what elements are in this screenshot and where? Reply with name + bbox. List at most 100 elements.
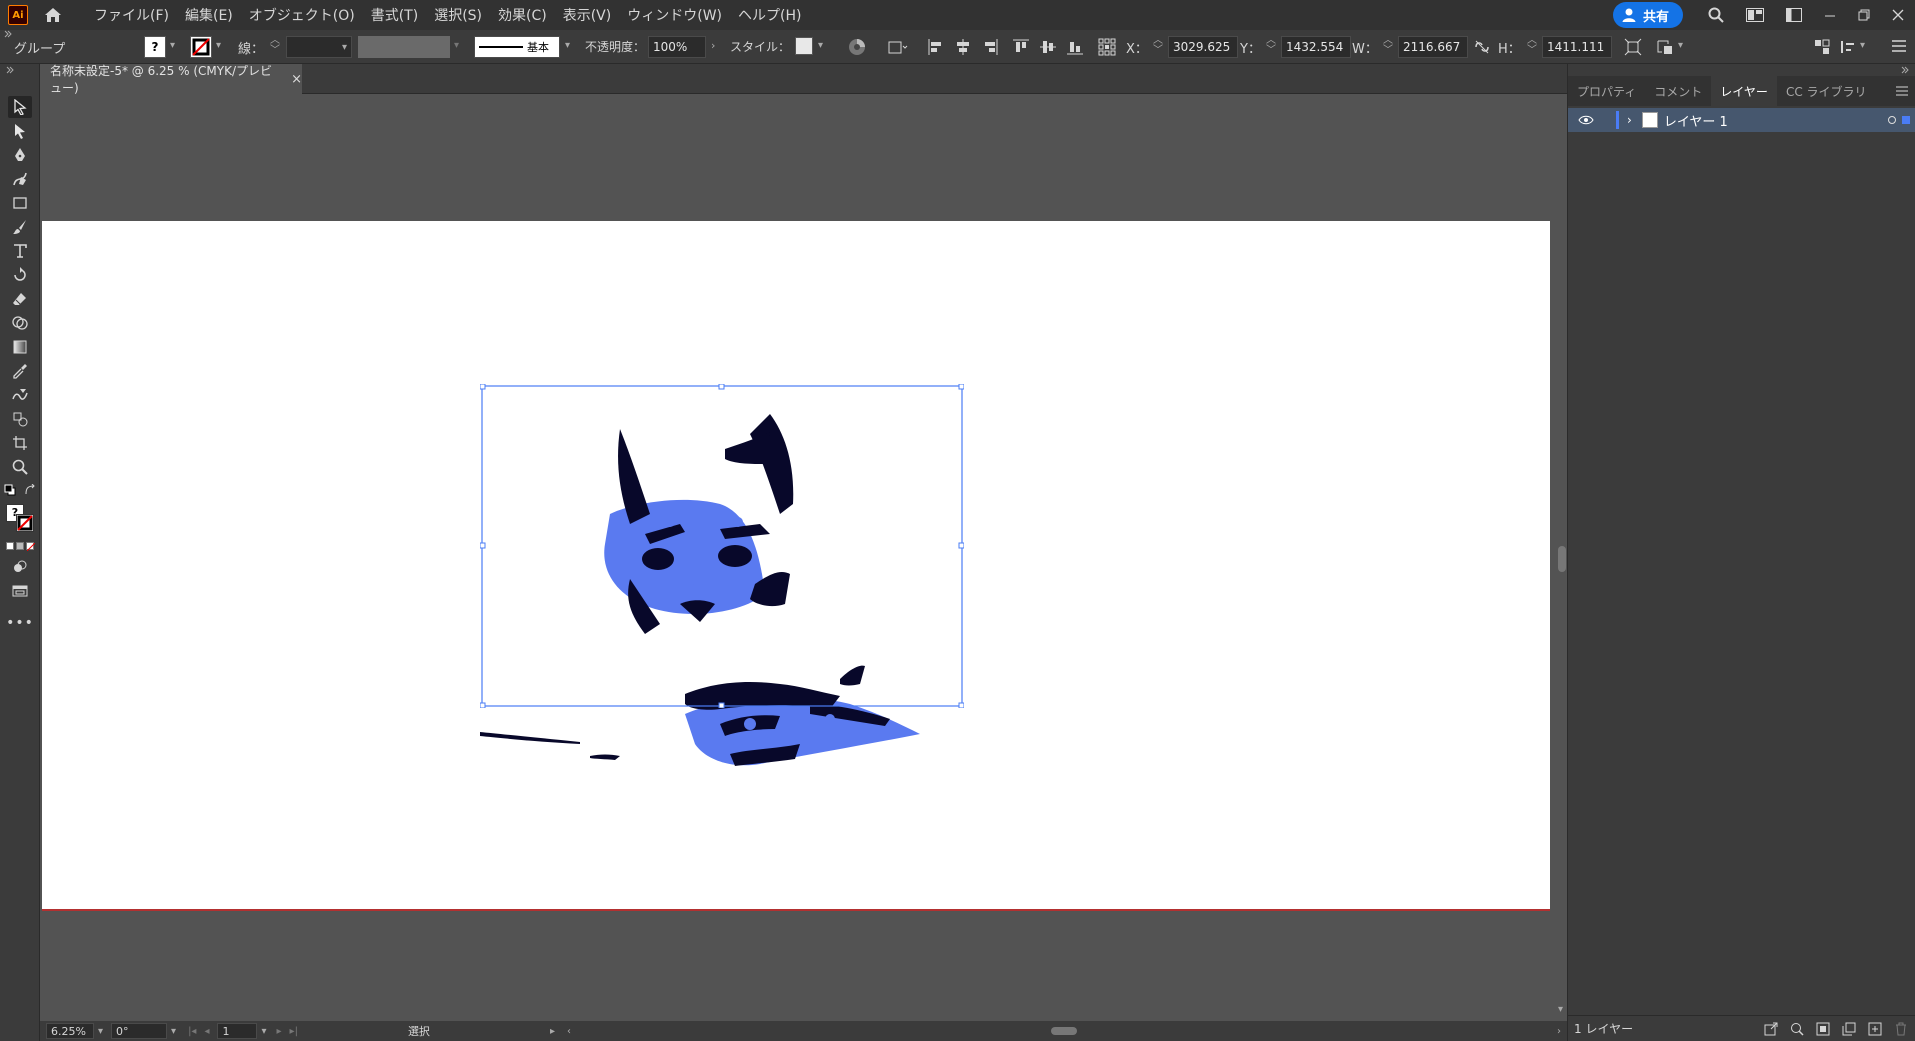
- vertical-scrollbar[interactable]: ▾: [1557, 94, 1567, 1021]
- reference-point-icon[interactable]: [1098, 38, 1116, 56]
- artboard-number-input[interactable]: 1: [217, 1023, 258, 1039]
- locate-object-icon[interactable]: [1790, 1022, 1804, 1036]
- menu-view[interactable]: 表示(V): [555, 5, 620, 25]
- menu-type[interactable]: 書式(T): [363, 5, 426, 25]
- horizontal-scroll-thumb[interactable]: [1050, 1027, 1077, 1035]
- tab-properties[interactable]: プロパティ: [1568, 76, 1645, 106]
- gradient-mode-icon[interactable]: [16, 542, 24, 550]
- panel-menu-icon[interactable]: [1892, 40, 1906, 52]
- layer-row[interactable]: › レイヤー 1: [1568, 108, 1915, 132]
- align-right-icon[interactable]: [982, 39, 998, 55]
- menu-effect[interactable]: 効果(C): [490, 5, 555, 25]
- stepper-icon[interactable]: ︿ ﹀: [1266, 36, 1276, 56]
- stroke-weight-input[interactable]: ▾: [286, 36, 352, 58]
- chevron-down-icon[interactable]: ▾: [818, 40, 823, 51]
- stepper-icon[interactable]: ︿ ﹀: [1527, 36, 1537, 56]
- export-icon[interactable]: [1764, 1022, 1778, 1036]
- pen-tool-icon[interactable]: [8, 144, 32, 166]
- selection-tool-icon[interactable]: [8, 96, 32, 118]
- direct-selection-tool-icon[interactable]: [8, 120, 32, 142]
- close-tab-icon[interactable]: ×: [291, 72, 302, 87]
- drawing-mode-icon[interactable]: [8, 556, 32, 578]
- constrain-proportions-icon[interactable]: [1474, 39, 1490, 55]
- stroke-swatch[interactable]: [190, 36, 212, 58]
- w-input[interactable]: 2116.667: [1398, 36, 1468, 58]
- stepper-icon[interactable]: ︿ ﹀: [1153, 36, 1163, 56]
- tab-comments[interactable]: コメント: [1645, 76, 1711, 106]
- next-artboard-icon[interactable]: ▸: [277, 1026, 282, 1037]
- panel-collapse-icon[interactable]: [1901, 66, 1909, 74]
- recolor-icon[interactable]: [848, 38, 866, 56]
- stroke-indicator[interactable]: [16, 514, 34, 532]
- isolate-icon[interactable]: [1656, 38, 1674, 56]
- none-mode-icon[interactable]: [26, 542, 35, 551]
- expand-layer-icon[interactable]: ›: [1627, 113, 1632, 127]
- h-input[interactable]: 1411.111: [1542, 36, 1612, 58]
- blend-tool-icon[interactable]: [8, 384, 32, 406]
- search-icon[interactable]: [1708, 7, 1724, 23]
- fill-stroke-indicator[interactable]: ?: [6, 504, 36, 534]
- chevron-down-icon[interactable]: ▾: [98, 1026, 103, 1037]
- zoom-tool-icon[interactable]: [8, 456, 32, 478]
- scroll-right-icon[interactable]: ›: [1557, 1026, 1561, 1037]
- menu-edit[interactable]: 編集(E): [177, 5, 241, 25]
- restore-icon[interactable]: [1858, 9, 1870, 21]
- menu-help[interactable]: ヘルプ(H): [730, 5, 809, 25]
- gradient-tool-icon[interactable]: [8, 336, 32, 358]
- tab-cc-libraries[interactable]: CC ライブラリ: [1777, 76, 1876, 106]
- layer-selection-indicator[interactable]: [1902, 116, 1910, 124]
- fill-swatch[interactable]: ?: [144, 36, 166, 58]
- document-tab[interactable]: 名称未設定-5* @ 6.25 % (CMYK/プレビュー) ×: [40, 64, 302, 95]
- workspace-icon[interactable]: [1746, 8, 1764, 22]
- minimize-icon[interactable]: [1824, 9, 1836, 21]
- last-artboard-icon[interactable]: ▸|: [290, 1026, 298, 1037]
- paintbrush-tool-icon[interactable]: [8, 216, 32, 238]
- color-mode-icon[interactable]: [6, 542, 14, 550]
- status-menu-icon[interactable]: ▸: [550, 1026, 555, 1037]
- distribute-icon[interactable]: [1840, 39, 1856, 55]
- panel-menu-icon[interactable]: [1896, 86, 1908, 96]
- eye-icon[interactable]: [1578, 115, 1594, 125]
- scroll-down-icon[interactable]: ▾: [1558, 1004, 1563, 1015]
- opacity-input[interactable]: 100%: [648, 36, 706, 58]
- brush-style-select[interactable]: 基本: [474, 36, 560, 58]
- previous-artboard-icon[interactable]: ◂: [204, 1026, 209, 1037]
- curvature-tool-icon[interactable]: [8, 168, 32, 190]
- chevron-down-icon[interactable]: ▾: [1678, 40, 1683, 51]
- variable-width-profile[interactable]: [358, 36, 450, 58]
- eraser-tool-icon[interactable]: [8, 288, 32, 310]
- default-colors-icon[interactable]: [4, 484, 16, 496]
- align-bottom-icon[interactable]: [1067, 39, 1083, 55]
- artboard-tool-icon[interactable]: [8, 432, 32, 454]
- layer-name[interactable]: レイヤー 1: [1664, 111, 1728, 130]
- rectangle-tool-icon[interactable]: [8, 192, 32, 214]
- stepper-icon[interactable]: ︿ ﹀: [1383, 36, 1393, 56]
- layer-target-icon[interactable]: [1888, 116, 1896, 124]
- menu-select[interactable]: 選択(S): [426, 5, 490, 25]
- align-top-icon[interactable]: [1013, 39, 1029, 55]
- share-button[interactable]: 共有: [1612, 2, 1683, 28]
- menu-file[interactable]: ファイル(F): [86, 5, 177, 25]
- chevron-right-icon[interactable]: ›: [711, 39, 715, 52]
- canvas[interactable]: [40, 94, 1557, 1021]
- home-icon[interactable]: [44, 7, 62, 23]
- chevron-down-icon[interactable]: ▾: [565, 40, 570, 51]
- align-left-icon[interactable]: [928, 39, 944, 55]
- first-artboard-icon[interactable]: |◂: [188, 1026, 196, 1037]
- transform-icon[interactable]: [1624, 38, 1642, 56]
- new-sublayer-icon[interactable]: [1842, 1022, 1856, 1036]
- tab-layers[interactable]: レイヤー: [1711, 76, 1777, 106]
- rotate-tool-icon[interactable]: [8, 264, 32, 286]
- trash-icon[interactable]: [1894, 1022, 1908, 1036]
- new-layer-icon[interactable]: [1868, 1022, 1882, 1036]
- rotation-input[interactable]: 0°: [111, 1023, 168, 1039]
- selection-bounding-box[interactable]: [480, 384, 964, 708]
- make-clipping-mask-icon[interactable]: [1816, 1022, 1830, 1036]
- menu-window[interactable]: ウィンドウ(W): [619, 5, 730, 25]
- vertical-scroll-thumb[interactable]: [1558, 546, 1566, 572]
- x-input[interactable]: 3029.625: [1168, 36, 1238, 58]
- eyedropper-tool-icon[interactable]: [8, 360, 32, 382]
- chevron-down-icon[interactable]: ▾: [261, 1026, 266, 1037]
- default-swap-colors[interactable]: [4, 482, 36, 498]
- chevron-down-icon[interactable]: ▾: [1860, 40, 1865, 51]
